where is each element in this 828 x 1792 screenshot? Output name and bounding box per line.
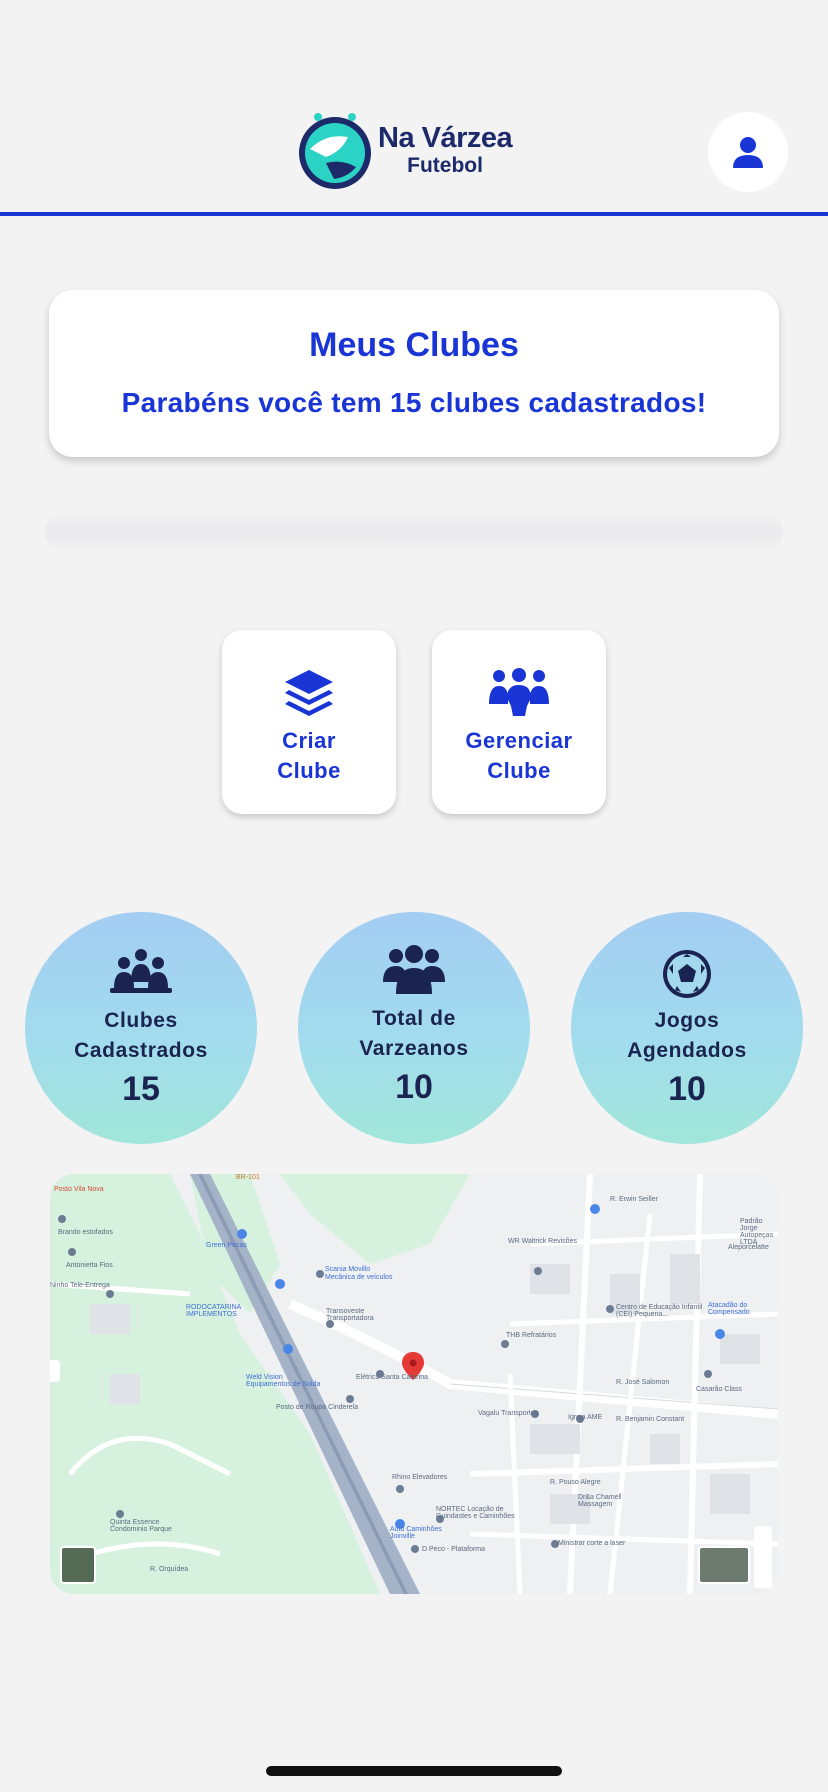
soccer-ball-icon	[663, 950, 711, 998]
map-labels: Posto Vila Nova Brando estofados Antonie…	[50, 1174, 778, 1594]
stat-games-label-1: Jogos	[654, 1009, 720, 1032]
create-club-label-2: Clube	[277, 758, 341, 783]
map-streetview-thumbnail[interactable]	[698, 1546, 750, 1584]
map-label: RODOCATARINA IMPLEMENTOS	[186, 1304, 241, 1318]
map-label: Weld Vision Equipamentos de Solda	[246, 1374, 321, 1388]
team-icon	[110, 949, 172, 993]
map-label: Ministrar corte a laser	[558, 1540, 626, 1547]
map-label: Posto Vila Nova	[54, 1186, 104, 1193]
map-label: Antonietta Fios	[66, 1262, 113, 1269]
manage-club-label-2: Clube	[487, 758, 551, 783]
map-label: R. Pouso Alegre	[550, 1479, 601, 1486]
map-label: Casarão Class	[696, 1386, 742, 1393]
manage-club-label-1: Gerenciar	[465, 728, 573, 753]
my-clubs-card: Meus Clubes Parabéns você tem 15 clubes …	[49, 290, 779, 457]
map-label: Auto Caminhões Joinville	[390, 1526, 442, 1540]
create-club-label-1: Criar	[282, 728, 336, 753]
map-label: THB Refratários	[506, 1332, 557, 1339]
home-indicator	[266, 1766, 562, 1776]
map-label: Posto de Roupa Cinderela	[276, 1404, 359, 1411]
divider-band	[45, 512, 783, 552]
soccer-ball-logo-icon	[296, 111, 374, 189]
map-satellite-toggle[interactable]	[60, 1546, 96, 1584]
map-view[interactable]: Posto Vila Nova Brando estofados Antonie…	[50, 1174, 778, 1594]
stat-players-label-2: Varzeanos	[359, 1037, 469, 1060]
user-icon	[733, 137, 763, 168]
my-clubs-title: Meus Clubes	[309, 326, 519, 364]
stat-players-value: 10	[395, 1068, 433, 1106]
map-label: Rhino Elevadores	[392, 1474, 448, 1481]
map-label: Quinta Essence Condominio Parque	[110, 1519, 172, 1533]
map-label: R. Benjamin Constant	[616, 1416, 685, 1423]
stat-clubs-label-2: Cadastrados	[74, 1039, 208, 1062]
people-group-icon	[489, 668, 549, 716]
map-zoom-controls[interactable]	[754, 1526, 772, 1588]
map-label: Igreja AME	[568, 1414, 603, 1421]
map-label: Green Pecas	[206, 1242, 247, 1249]
stat-total-players: Total de Varzeanos 10	[298, 912, 530, 1144]
map-label: Vagalu Transportes	[478, 1410, 539, 1417]
stat-registered-clubs: Clubes Cadastrados 15	[25, 912, 257, 1144]
stat-clubs-value: 15	[122, 1070, 160, 1108]
logo-text: Na Várzea Futebol	[378, 122, 513, 177]
map-label: Elétrica Santa Catarina	[356, 1374, 428, 1381]
layers-icon	[285, 670, 333, 716]
map-label: Mecânica de veículos	[325, 1274, 393, 1281]
map-label: Dr&a Chamell Massagem	[578, 1494, 622, 1508]
logo-subtitle: Futebol	[407, 154, 483, 177]
profile-button[interactable]	[708, 112, 788, 192]
map-label: NORTEC Locação de Guindastes e Caminhões	[436, 1506, 515, 1520]
stat-scheduled-games: Jogos Agendados 10	[571, 912, 803, 1144]
stat-games-label-2: Agendados	[627, 1039, 747, 1062]
stat-players-label-1: Total de	[372, 1007, 456, 1030]
map-label: Centro de Educação Infantil (CEI) Pequen…	[616, 1304, 703, 1318]
stat-clubs-label-1: Clubes	[104, 1009, 178, 1032]
map-label: Atacadão do Compensado	[708, 1302, 750, 1316]
map-label: D Peco - Plataforma	[422, 1546, 486, 1553]
app-header: Na Várzea Futebol	[0, 0, 828, 216]
map-label: Scania Movillo	[325, 1266, 371, 1273]
map-label: Ninho Tele-Entrega	[50, 1282, 110, 1289]
map-label: Padrão Jorge Autopeças LTDA	[740, 1218, 774, 1246]
stat-games-value: 10	[668, 1070, 706, 1108]
map-label: Brando estofados	[58, 1229, 113, 1236]
map-label: WR Waltrick Revisões	[508, 1238, 577, 1245]
users-icon	[383, 945, 445, 994]
map-label: R. Erwin Seiller	[610, 1196, 658, 1203]
logo-title: Na Várzea	[378, 122, 513, 154]
app-logo: Na Várzea Futebol	[296, 110, 513, 190]
map-label: R. Orquídea	[150, 1566, 189, 1573]
map-label: BR-101	[236, 1174, 260, 1181]
map-collapse-handle[interactable]	[50, 1360, 60, 1382]
create-club-button[interactable]: Criar Clube	[222, 630, 396, 814]
clubs-count-message: Parabéns você tem 15 clubes cadastrados!	[121, 387, 707, 418]
map-label: R. José Salomon	[616, 1379, 670, 1386]
manage-club-button[interactable]: Gerenciar Clube	[432, 630, 606, 814]
map-label: Transoveste Transportadora	[326, 1308, 374, 1322]
